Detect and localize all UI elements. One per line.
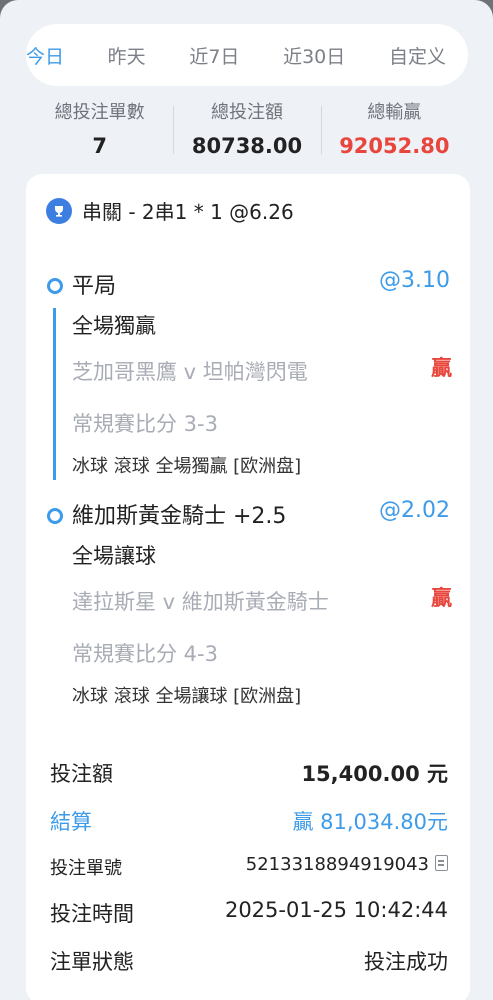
leg-meta: 冰球 滾球 全場讓球 [欧洲盘] xyxy=(72,686,302,707)
bet-leg: 平局 @3.10 全場獨贏 芝加哥黑鷹 v 坦帕灣閃電 贏 常規賽比分 3-3 … xyxy=(44,268,452,488)
tab-last-7-days[interactable]: 近7日 xyxy=(189,42,239,69)
leg-score: 常規賽比分 4-3 xyxy=(72,642,218,666)
status-value: 投注成功 xyxy=(364,950,448,974)
leg-market: 全場讓球 xyxy=(72,544,156,568)
leg-pick: 平局 xyxy=(72,274,117,299)
bet-time-label: 投注時間 xyxy=(50,902,134,926)
leg-pick: 維加斯黃金騎士 +2.5 xyxy=(72,504,287,529)
copy-icon[interactable] xyxy=(435,855,448,871)
summary-winloss-label: 總輸贏 xyxy=(367,102,422,123)
tab-last-30-days[interactable]: 近30日 xyxy=(283,42,345,69)
bet-id-label: 投注單號 xyxy=(50,858,122,879)
tab-custom[interactable]: 自定义 xyxy=(389,42,446,69)
settlement-label: 結算 xyxy=(50,810,92,834)
leg-match: 達拉斯星 v 維加斯黃金騎士 xyxy=(72,590,329,614)
leg-score: 常規賽比分 3-3 xyxy=(72,412,218,436)
summary-amount-value: 80738.00 xyxy=(191,134,303,158)
leg-timeline xyxy=(53,308,56,480)
leg-odds: @2.02 xyxy=(379,498,450,523)
leg-match: 芝加哥黑鷹 v 坦帕灣閃電 xyxy=(72,360,308,384)
leg-meta: 冰球 滾球 全場獨贏 [欧洲盘] xyxy=(72,456,302,477)
leg-odds: @3.10 xyxy=(379,268,450,293)
summary-bar: 總投注單數 7 總投注額 80738.00 總輸贏 92052.80 xyxy=(26,96,468,162)
trophy-icon xyxy=(46,197,72,224)
tab-today[interactable]: 今日 xyxy=(26,42,64,69)
summary-count-label: 總投注單數 xyxy=(54,102,145,123)
bet-id-value-wrap: 5213318894919043 xyxy=(246,854,448,875)
bet-id-value: 5213318894919043 xyxy=(245,854,429,875)
date-filter-tabs: 今日 昨天 近7日 近30日 自定义 xyxy=(26,24,468,86)
leg-market: 全場獨贏 xyxy=(72,314,156,338)
summary-amount: 總投注額 80738.00 xyxy=(173,96,320,162)
bet-leg: 維加斯黃金騎士 +2.5 @2.02 全場讓球 達拉斯星 v 維加斯黃金騎士 贏… xyxy=(44,498,452,718)
settlement-value: 贏 81,034.80元 xyxy=(292,810,448,834)
summary-count: 總投注單數 7 xyxy=(26,96,173,162)
bet-title: 串關 - 2串1 * 1 @6.26 xyxy=(46,196,294,225)
leg-result: 贏 xyxy=(431,586,452,610)
summary-count-value: 7 xyxy=(92,134,107,158)
summary-winloss: 總輸贏 92052.80 xyxy=(320,96,468,162)
leg-dot-icon xyxy=(47,278,63,294)
summary-winloss-value: 92052.80 xyxy=(339,134,450,158)
bet-card[interactable]: 串關 - 2串1 * 1 @6.26 平局 @3.10 全場獨贏 芝加哥黑鷹 v… xyxy=(26,174,470,1000)
summary-amount-label: 總投注額 xyxy=(210,102,283,123)
leg-result: 贏 xyxy=(431,356,452,380)
tab-yesterday[interactable]: 昨天 xyxy=(108,42,146,69)
bet-history-sheet: 今日 昨天 近7日 近30日 自定义 總投注單數 7 總投注額 80738.00… xyxy=(0,0,493,1000)
status-label: 注單狀態 xyxy=(50,950,134,974)
bet-title-text: 串關 - 2串1 * 1 @6.26 xyxy=(82,200,294,224)
leg-dot-icon xyxy=(47,508,63,524)
bet-time-value: 2025-01-25 10:42:44 xyxy=(224,898,448,922)
stake-label: 投注額 xyxy=(50,762,113,786)
stake-value: 15,400.00 元 xyxy=(301,762,448,786)
